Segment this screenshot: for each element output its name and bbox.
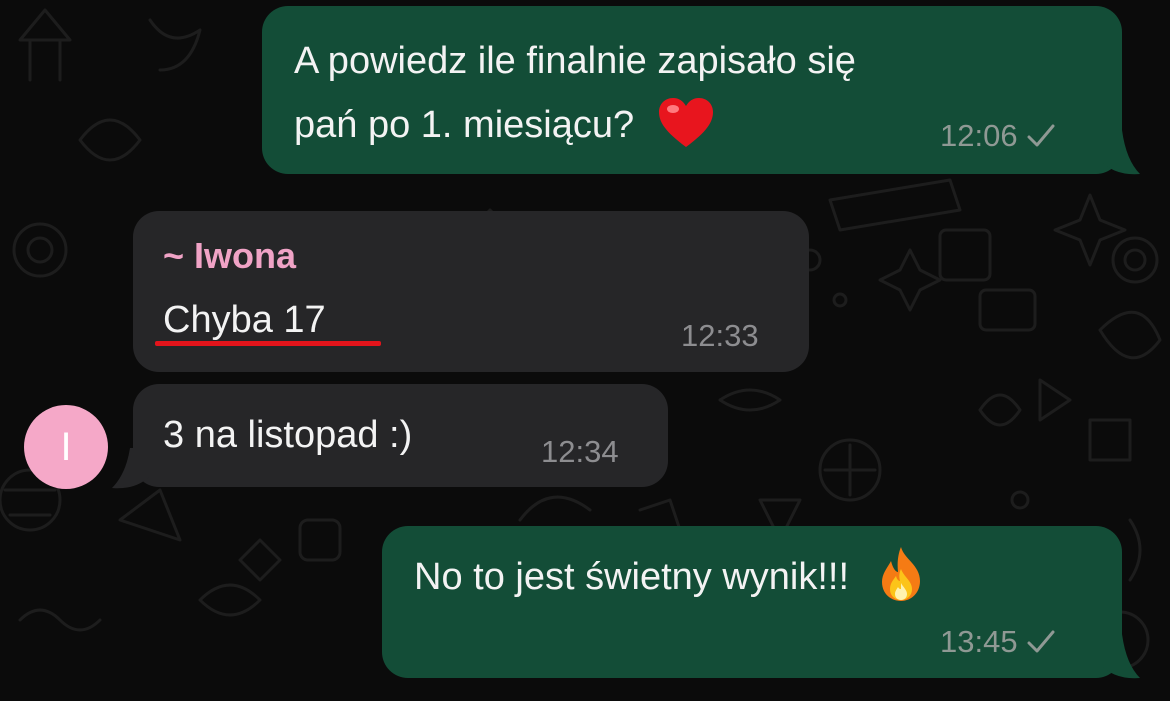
message-time: 12:33 bbox=[681, 318, 759, 353]
sender-name[interactable]: ~ Iwona bbox=[163, 235, 296, 277]
bubble-tail bbox=[112, 448, 150, 489]
heart-emoji-icon bbox=[658, 97, 713, 147]
message-text-line: No to jest świetny wynik!!! bbox=[414, 546, 926, 606]
message-text: No to jest świetny wynik!!! bbox=[414, 556, 850, 598]
avatar-initial: I bbox=[60, 424, 72, 469]
message-meta: 13:45 bbox=[940, 624, 1056, 660]
message-text-line2: pań po 1. miesiącu? bbox=[294, 96, 715, 154]
message-text-line2-content: pań po 1. miesiącu? bbox=[294, 104, 635, 146]
bubble-tail bbox=[1100, 130, 1140, 175]
message-time: 13:45 bbox=[940, 624, 1018, 659]
check-icon bbox=[1027, 124, 1055, 147]
fire-emoji-icon bbox=[881, 546, 920, 601]
outgoing-message-2[interactable]: No to jest świetny wynik!!! 13:45 bbox=[382, 526, 1122, 678]
message-meta: 12:06 bbox=[940, 118, 1056, 154]
check-icon bbox=[1027, 630, 1055, 653]
message-meta: 12:33 bbox=[681, 318, 759, 354]
message-meta: 12:34 bbox=[541, 434, 619, 470]
incoming-message-2[interactable]: 3 na listopad :) 12:34 bbox=[133, 384, 668, 487]
red-underline-annotation bbox=[155, 341, 381, 346]
message-time: 12:34 bbox=[541, 434, 619, 469]
message-text-line1: A powiedz ile finalnie zapisało się bbox=[294, 40, 856, 82]
incoming-message-1[interactable]: ~ Iwona Chyba 17 12:33 bbox=[133, 211, 809, 372]
message-text: 3 na listopad :) bbox=[163, 414, 413, 456]
bubble-tail bbox=[1100, 634, 1140, 679]
outgoing-message-1[interactable]: A powiedz ile finalnie zapisało się pań … bbox=[262, 6, 1122, 174]
avatar[interactable]: I bbox=[24, 405, 108, 489]
message-time: 12:06 bbox=[940, 118, 1018, 153]
